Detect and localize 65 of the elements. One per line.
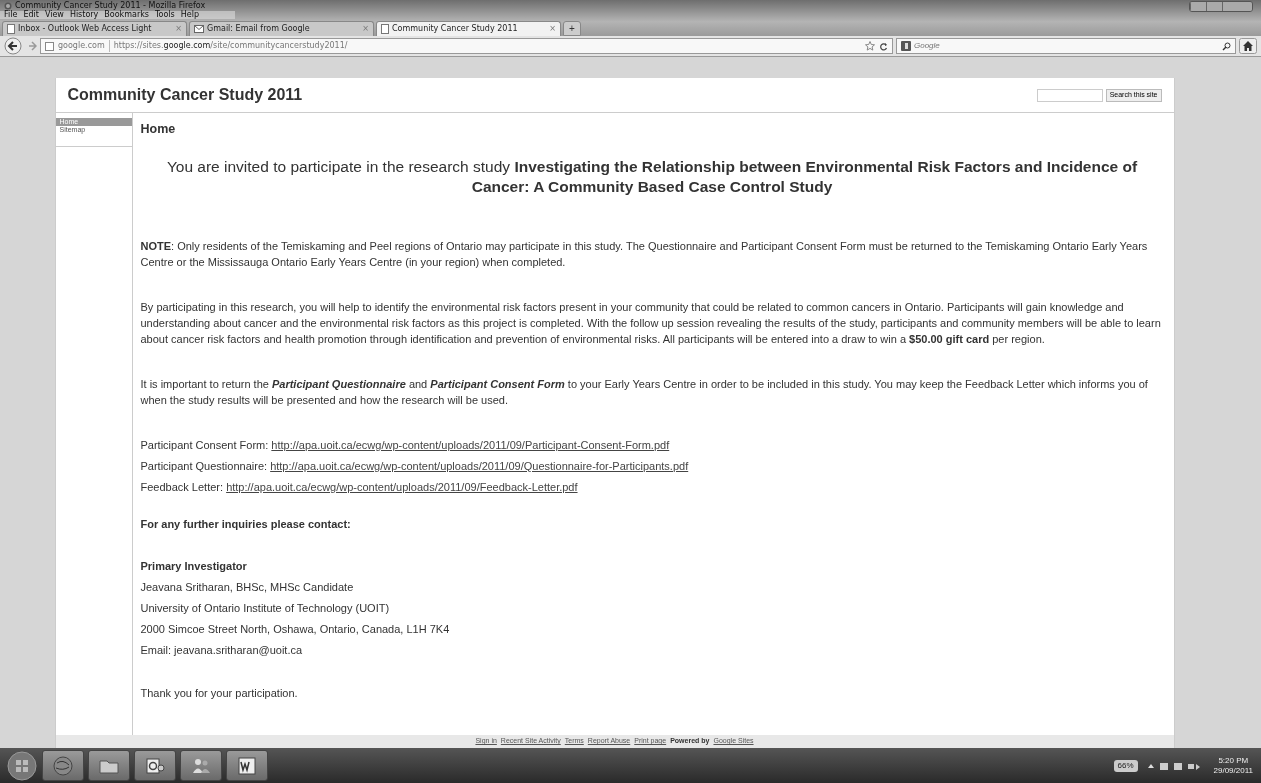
tab-label: Inbox - Outlook Web Access Light <box>18 23 152 35</box>
menu-item[interactable]: File <box>4 11 18 19</box>
globe-icon <box>52 754 74 777</box>
page-icon <box>381 24 389 34</box>
page-heading: Home <box>140 121 177 137</box>
menu-item[interactable]: History <box>69 11 99 19</box>
start-button[interactable] <box>6 749 38 782</box>
browser-tab[interactable]: Gmail: Email from Google × <box>189 21 374 36</box>
new-tab-button[interactable]: + <box>563 21 581 36</box>
document-icon <box>236 754 258 777</box>
document-link[interactable]: http://apa.uoit.ca/ecwg/wp-content/uploads/2011/09/Questionnaire-for-Participants.pdf <box>270 460 689 472</box>
taskbar-app[interactable] <box>180 750 222 781</box>
taskbar-app[interactable] <box>88 750 130 781</box>
search-icon[interactable] <box>1222 41 1231 51</box>
thanks-text: Thank you for your participation. <box>140 686 299 701</box>
clock-time[interactable]: 5:20 PM <box>1213 755 1253 766</box>
menu-item[interactable]: Help <box>180 11 199 19</box>
document-label: Participant Questionnaire: <box>140 460 268 472</box>
contact-line: University of Ontario Institute of Technology (UOIT) <box>140 601 391 616</box>
clock-date[interactable]: 29/09/2011 <box>1213 765 1253 776</box>
site-label: google.com <box>58 40 110 52</box>
reload-icon[interactable] <box>879 41 888 51</box>
document-label: Participant Consent Form: <box>140 439 269 451</box>
document-link[interactable]: http://apa.uoit.ca/ecwg/wp-content/uploads/2011/09/Feedback-Letter.pdf <box>226 481 578 493</box>
menu-item[interactable]: Tools <box>155 11 175 19</box>
page-icon <box>7 24 15 34</box>
battery-indicator[interactable]: 66% <box>1113 759 1138 772</box>
contact-line: 2000 Simcoe Street North, Oshawa, Ontario, Canada, L1H 7K4 <box>140 622 451 637</box>
page-icon <box>45 41 54 51</box>
search-field[interactable]: Google <box>896 38 1236 54</box>
browser-tab[interactable]: Inbox - Outlook Web Access Light × <box>2 21 187 36</box>
tab-label: Gmail: Email from Google <box>207 23 310 35</box>
paragraph: NOTE: Only residents of the Temiskaming and Peel regions of Ontario may participate in this study. The Questionnaire and Participant Consent Form must be returned to the Temiskaming Ontario Early Years Centre or the Mississauga Ontario Early Years Centre (in your region) when completed. <box>140 239 1149 270</box>
url-text: https://sites.google.com/site/communitycancerstudy2011/ <box>113 40 348 52</box>
browser-icon <box>4 1 12 10</box>
menu-item[interactable]: View <box>44 11 64 19</box>
contact-heading: For any further inquiries please contact: <box>140 517 352 532</box>
close-tab-icon[interactable]: × <box>549 23 556 35</box>
home-icon[interactable] <box>1239 38 1257 54</box>
menu-item[interactable]: Bookmarks <box>104 11 150 19</box>
maximize-button[interactable] <box>1206 2 1222 11</box>
search-input[interactable]: Google <box>914 40 1219 52</box>
tab-label: Community Cancer Study 2011 <box>392 23 518 35</box>
menu-item[interactable]: Edit <box>23 11 39 19</box>
google-icon <box>901 41 911 51</box>
mail-icon <box>194 25 204 33</box>
back-icon[interactable] <box>4 37 24 55</box>
document-label: Feedback Letter: <box>140 481 224 493</box>
investigator-heading: Primary Investigator <box>140 559 248 574</box>
contact-line: Email: jeavana.sritharan@uoit.ca <box>140 643 304 658</box>
star-icon[interactable] <box>865 41 875 51</box>
address-bar[interactable]: google.com https://sites.google.com/site/communitycancerstudy2011/ <box>40 38 893 54</box>
taskbar-app[interactable] <box>134 750 176 781</box>
paragraph: It is important to return the Participant Questionnaire and Participant Consent Form to your Early Years Centre in order to be included in this study. You may keep the Feedback Letter which informs you of when the study results will be presented and how the research will be used. <box>140 377 1149 408</box>
site-title: Community Cancer Study 2011 <box>67 85 303 105</box>
minimize-button[interactable] <box>1190 2 1206 11</box>
intro-text: You are invited to participate in the research study Investigating the Relationship between Environmental Risk Factors and Incidence of Cancer: A Community Based Case Control Study <box>165 157 1139 197</box>
paragraph: By participating in this research, you will help to identify the environmental risk factors present in your community that could be related to common cancers in Ontario. Participants will gain knowledge and understanding about cancer and the environmental risk factors as this project is completed. With the follow up session revealing the results of the study, participants and community members will be able to learn about cancer risk factors and health promotion through identification and prevention of environmental risks. All participants will be entered into a draw to win a $50.00 gift card per region. <box>140 300 1162 347</box>
site-search-field[interactable] <box>1036 88 1103 102</box>
document-link[interactable]: http://apa.uoit.ca/ecwg/wp-content/uploads/2011/09/Participant-Consent-Form.pdf <box>271 439 670 451</box>
window-title: Community Cancer Study 2011 - Mozilla Firefox <box>15 0 206 11</box>
contact-line: Jeavana Sritharan, BHSc, MHSc Candidate <box>140 580 355 595</box>
taskbar-app[interactable] <box>226 750 268 781</box>
browser-tab[interactable]: Community Cancer Study 2011 × <box>376 21 561 36</box>
close-button[interactable] <box>1222 2 1252 11</box>
